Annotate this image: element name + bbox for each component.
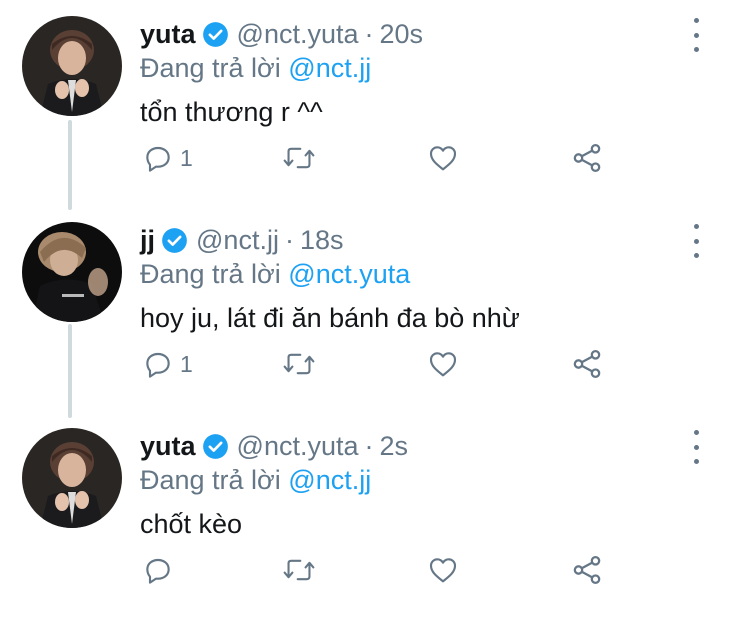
more-icon[interactable] [684,224,708,258]
replying-to: Đang trả lời @nct.jj [140,53,371,84]
replying-to-label: Đang trả lời [140,465,281,495]
replying-to-handle[interactable]: @nct.jj [288,465,371,495]
avatar[interactable] [22,428,122,528]
retweet-icon [283,353,315,375]
reply-button[interactable]: 1 [142,344,193,384]
verified-icon [202,433,229,460]
share-button[interactable] [570,138,604,178]
tweet-actions: 1 [142,344,612,384]
jj-avatar-image [22,222,122,322]
reply-button[interactable] [142,550,180,590]
replying-to-label: Đang trả lời [140,259,281,289]
tweet[interactable]: jj @nct.jj · 18s Đang trả lời @nct.yuta … [0,206,750,412]
user-handle[interactable]: @nct.jj [196,225,279,256]
display-name[interactable]: yuta [140,431,196,462]
tweet-actions [142,550,612,590]
replying-to: Đang trả lời @nct.yuta [140,259,410,290]
like-icon [429,558,457,583]
like-icon [429,146,457,171]
more-icon[interactable] [684,18,708,52]
more-icon[interactable] [684,430,708,464]
like-icon [429,352,457,377]
separator-dot: · [284,224,294,255]
tweet-text: hoy ju, lát đi ăn bánh đa bò nhừ [140,303,520,333]
replying-to-handle[interactable]: @nct.jj [288,53,371,83]
tweet-actions: 1 [142,138,612,178]
separator-dot: · [364,18,374,49]
yuta-avatar-image [22,16,122,116]
retweet-button[interactable] [282,138,316,178]
display-name[interactable]: jj [140,225,155,256]
reply-count: 1 [180,350,193,377]
timestamp[interactable]: 20s [380,19,424,50]
verified-icon [202,21,229,48]
replying-to-label: Đang trả lời [140,53,281,83]
share-icon [573,555,601,585]
user-handle[interactable]: @nct.yuta [237,431,359,462]
reply-count: 1 [180,144,193,171]
timestamp[interactable]: 18s [300,225,344,256]
like-button[interactable] [426,550,460,590]
timestamp[interactable]: 2s [380,431,409,462]
like-button[interactable] [426,344,460,384]
like-button[interactable] [426,138,460,178]
replying-to: Đang trả lời @nct.jj [140,465,371,496]
reply-icon [146,558,170,584]
retweet-button[interactable] [282,550,316,590]
share-icon [573,143,601,173]
reply-icon [146,352,170,378]
verified-icon [161,227,188,254]
tweet-text: chốt kèo [140,509,243,539]
tweet-text: tổn thương r ^^ [140,97,323,127]
retweet-icon [283,559,315,581]
share-button[interactable] [570,550,604,590]
user-handle[interactable]: @nct.yuta [237,19,359,50]
avatar[interactable] [22,16,122,116]
avatar[interactable] [22,222,122,322]
tweet[interactable]: yuta @nct.yuta · 20s Đang trả lời @nct.j… [0,0,750,206]
share-button[interactable] [570,344,604,384]
retweet-icon [283,147,315,169]
yuta-avatar-image [22,428,122,528]
separator-dot: · [364,430,374,461]
reply-icon [146,146,170,172]
retweet-button[interactable] [282,344,316,384]
reply-button[interactable]: 1 [142,138,193,178]
share-icon [573,349,601,379]
tweet[interactable]: yuta @nct.yuta · 2s Đang trả lời @nct.jj… [0,412,750,618]
display-name[interactable]: yuta [140,19,196,50]
replying-to-handle[interactable]: @nct.yuta [288,259,410,289]
